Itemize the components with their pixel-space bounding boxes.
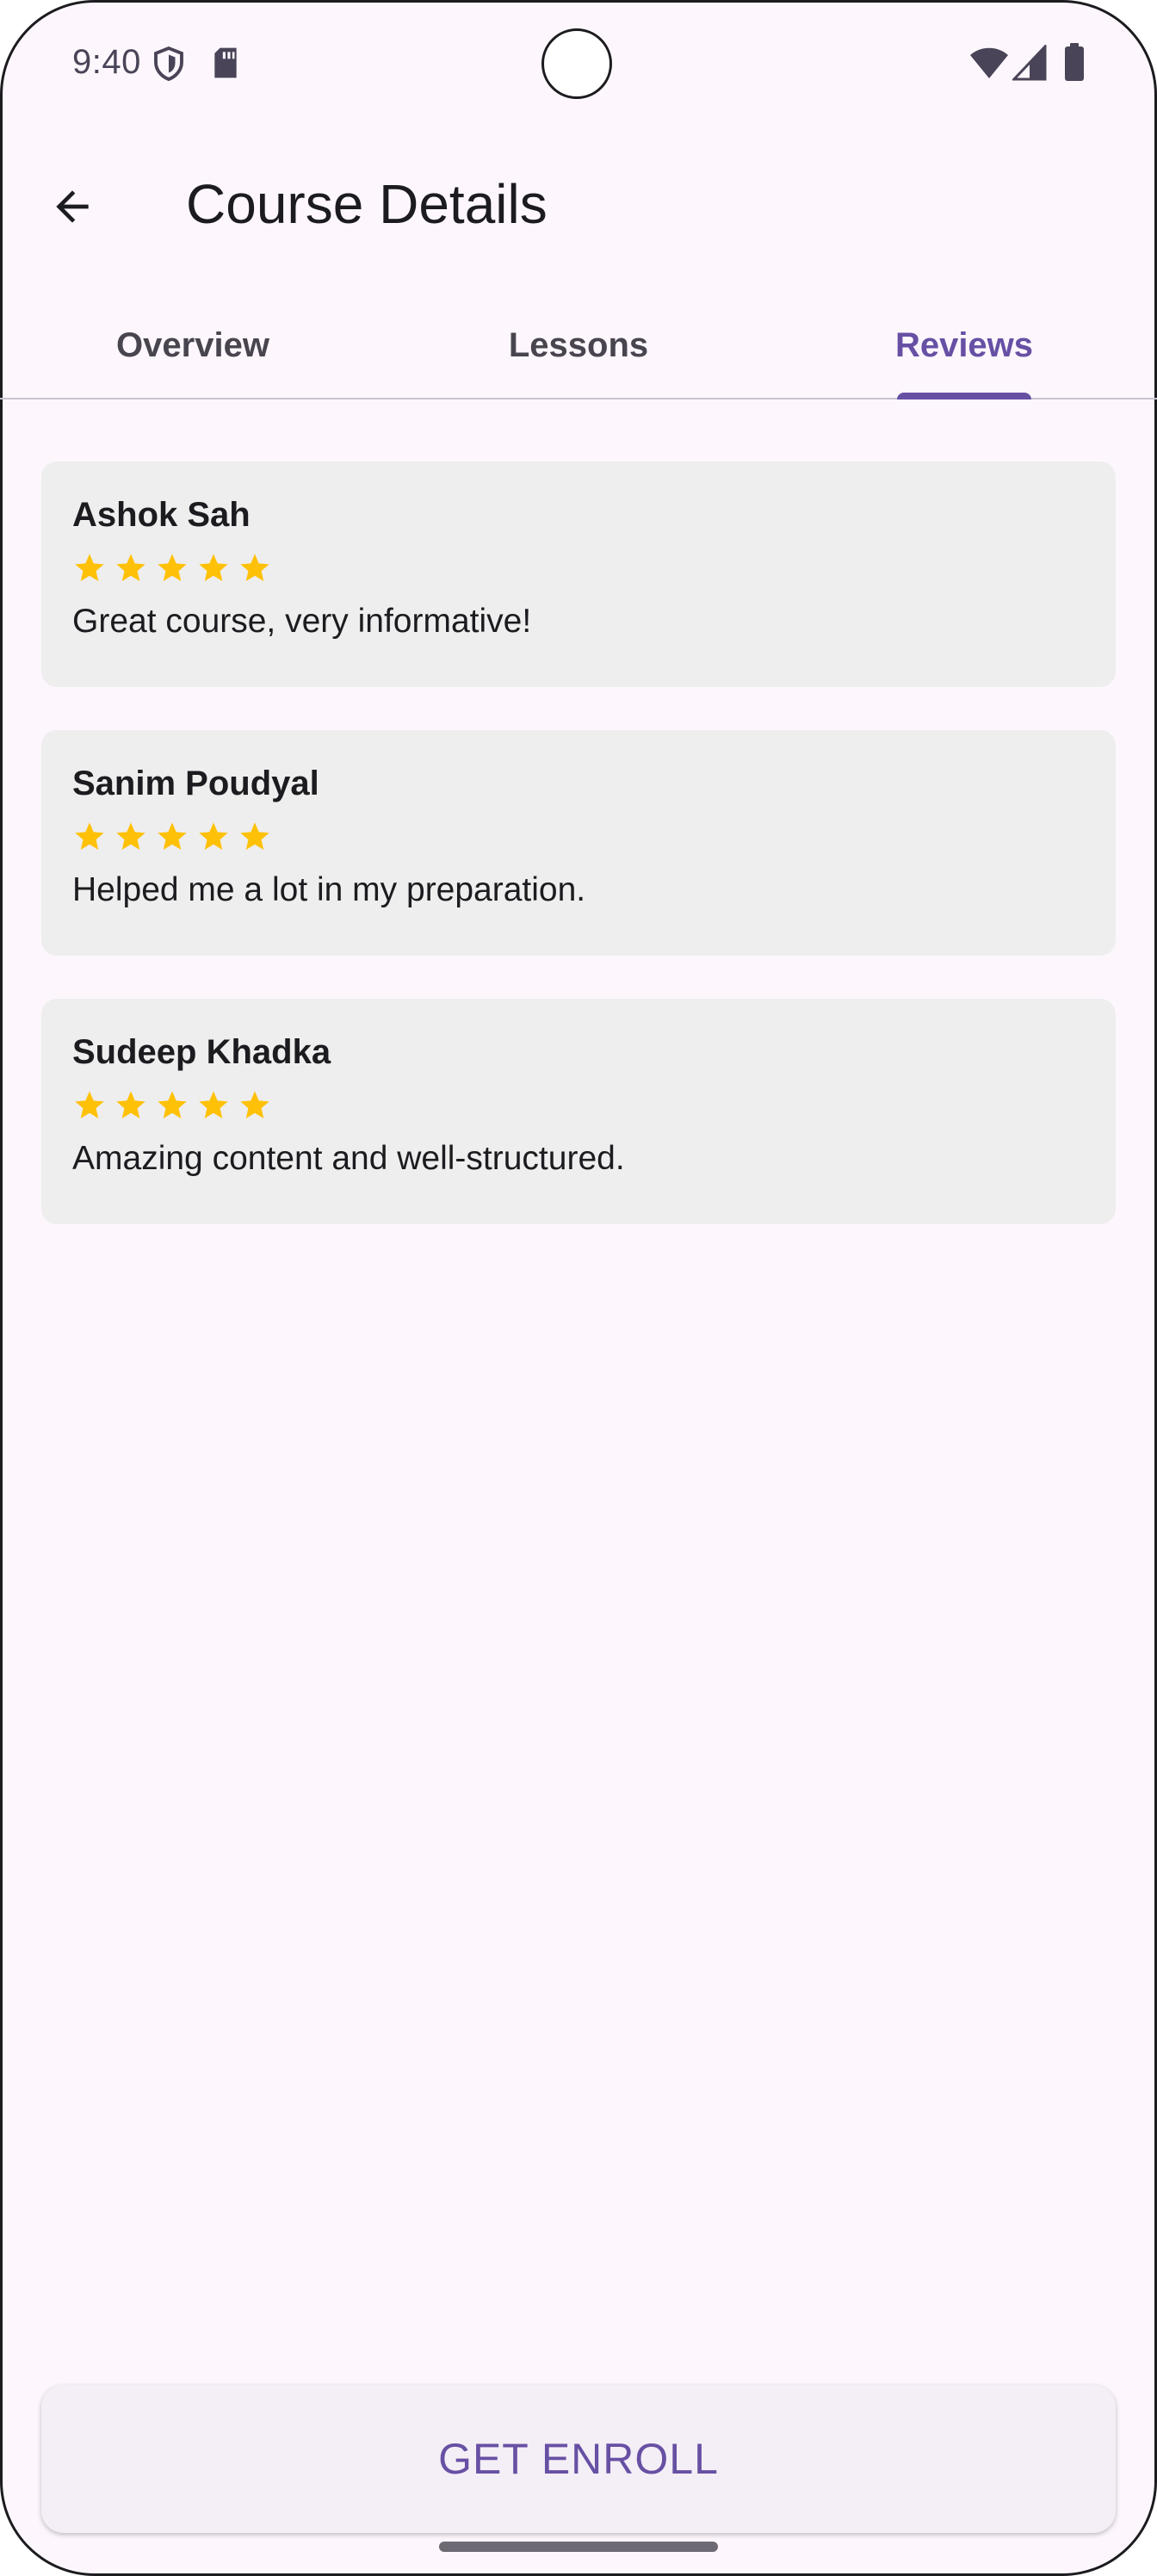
star-icon xyxy=(158,822,187,850)
review-card: Ashok Sah Great course, very informative… xyxy=(41,461,1116,687)
star-icon xyxy=(116,554,145,581)
tab-lessons[interactable]: Lessons xyxy=(386,293,771,398)
tab-indicator xyxy=(897,393,1031,399)
star-icon xyxy=(240,1091,269,1118)
star-icon xyxy=(158,554,187,581)
review-text: Helped me a lot in my preparation. xyxy=(72,871,586,908)
star-icon xyxy=(75,1091,104,1118)
tab-bar: Overview Lessons Reviews xyxy=(0,293,1157,399)
review-text: Great course, very informative! xyxy=(72,603,532,640)
page-title: Course Details xyxy=(186,173,548,235)
reviews-list: Ashok Sah Great course, very informative… xyxy=(41,461,1116,1267)
sd-card-icon xyxy=(212,46,239,84)
star-icon xyxy=(199,1091,228,1118)
app-bar: Course Details xyxy=(0,138,1157,267)
back-button[interactable] xyxy=(29,165,115,251)
star-icon xyxy=(116,822,145,850)
status-time: 9:40 xyxy=(72,43,141,81)
review-text: Amazing content and well-structured. xyxy=(72,1140,625,1177)
signal-icon xyxy=(1011,43,1047,85)
star-icon xyxy=(75,822,104,850)
star-icon xyxy=(116,1091,145,1118)
star-icon xyxy=(199,822,228,850)
battery-icon xyxy=(1064,43,1085,85)
tab-reviews[interactable]: Reviews xyxy=(771,293,1157,398)
wifi-icon xyxy=(969,46,1009,84)
star-icon xyxy=(158,1091,187,1118)
reviewer-name: Ashok Sah xyxy=(72,496,251,534)
star-rating xyxy=(72,549,1085,587)
shield-icon xyxy=(153,46,184,85)
reviewer-name: Sudeep Khadka xyxy=(72,1033,331,1071)
front-camera xyxy=(541,28,612,99)
star-icon xyxy=(199,554,228,581)
device-screen: 9:40 Course Details Overview Lessons Rev… xyxy=(0,0,1157,2576)
review-card: Sudeep Khadka Amazing content and well-s… xyxy=(41,999,1116,1224)
star-icon xyxy=(240,554,269,581)
home-indicator[interactable] xyxy=(439,2542,718,2552)
star-rating xyxy=(72,818,1085,856)
reviewer-name: Sanim Poudyal xyxy=(72,765,319,802)
star-rating xyxy=(72,1087,1085,1124)
star-icon xyxy=(240,822,269,850)
status-bar: 9:40 xyxy=(0,0,1157,129)
star-icon xyxy=(75,554,104,581)
get-enroll-button[interactable]: GET ENROLL xyxy=(41,2385,1116,2533)
review-card: Sanim Poudyal Helped me a lot in my prep… xyxy=(41,730,1116,956)
tab-overview[interactable]: Overview xyxy=(0,293,386,398)
arrow-back-icon xyxy=(48,183,96,235)
